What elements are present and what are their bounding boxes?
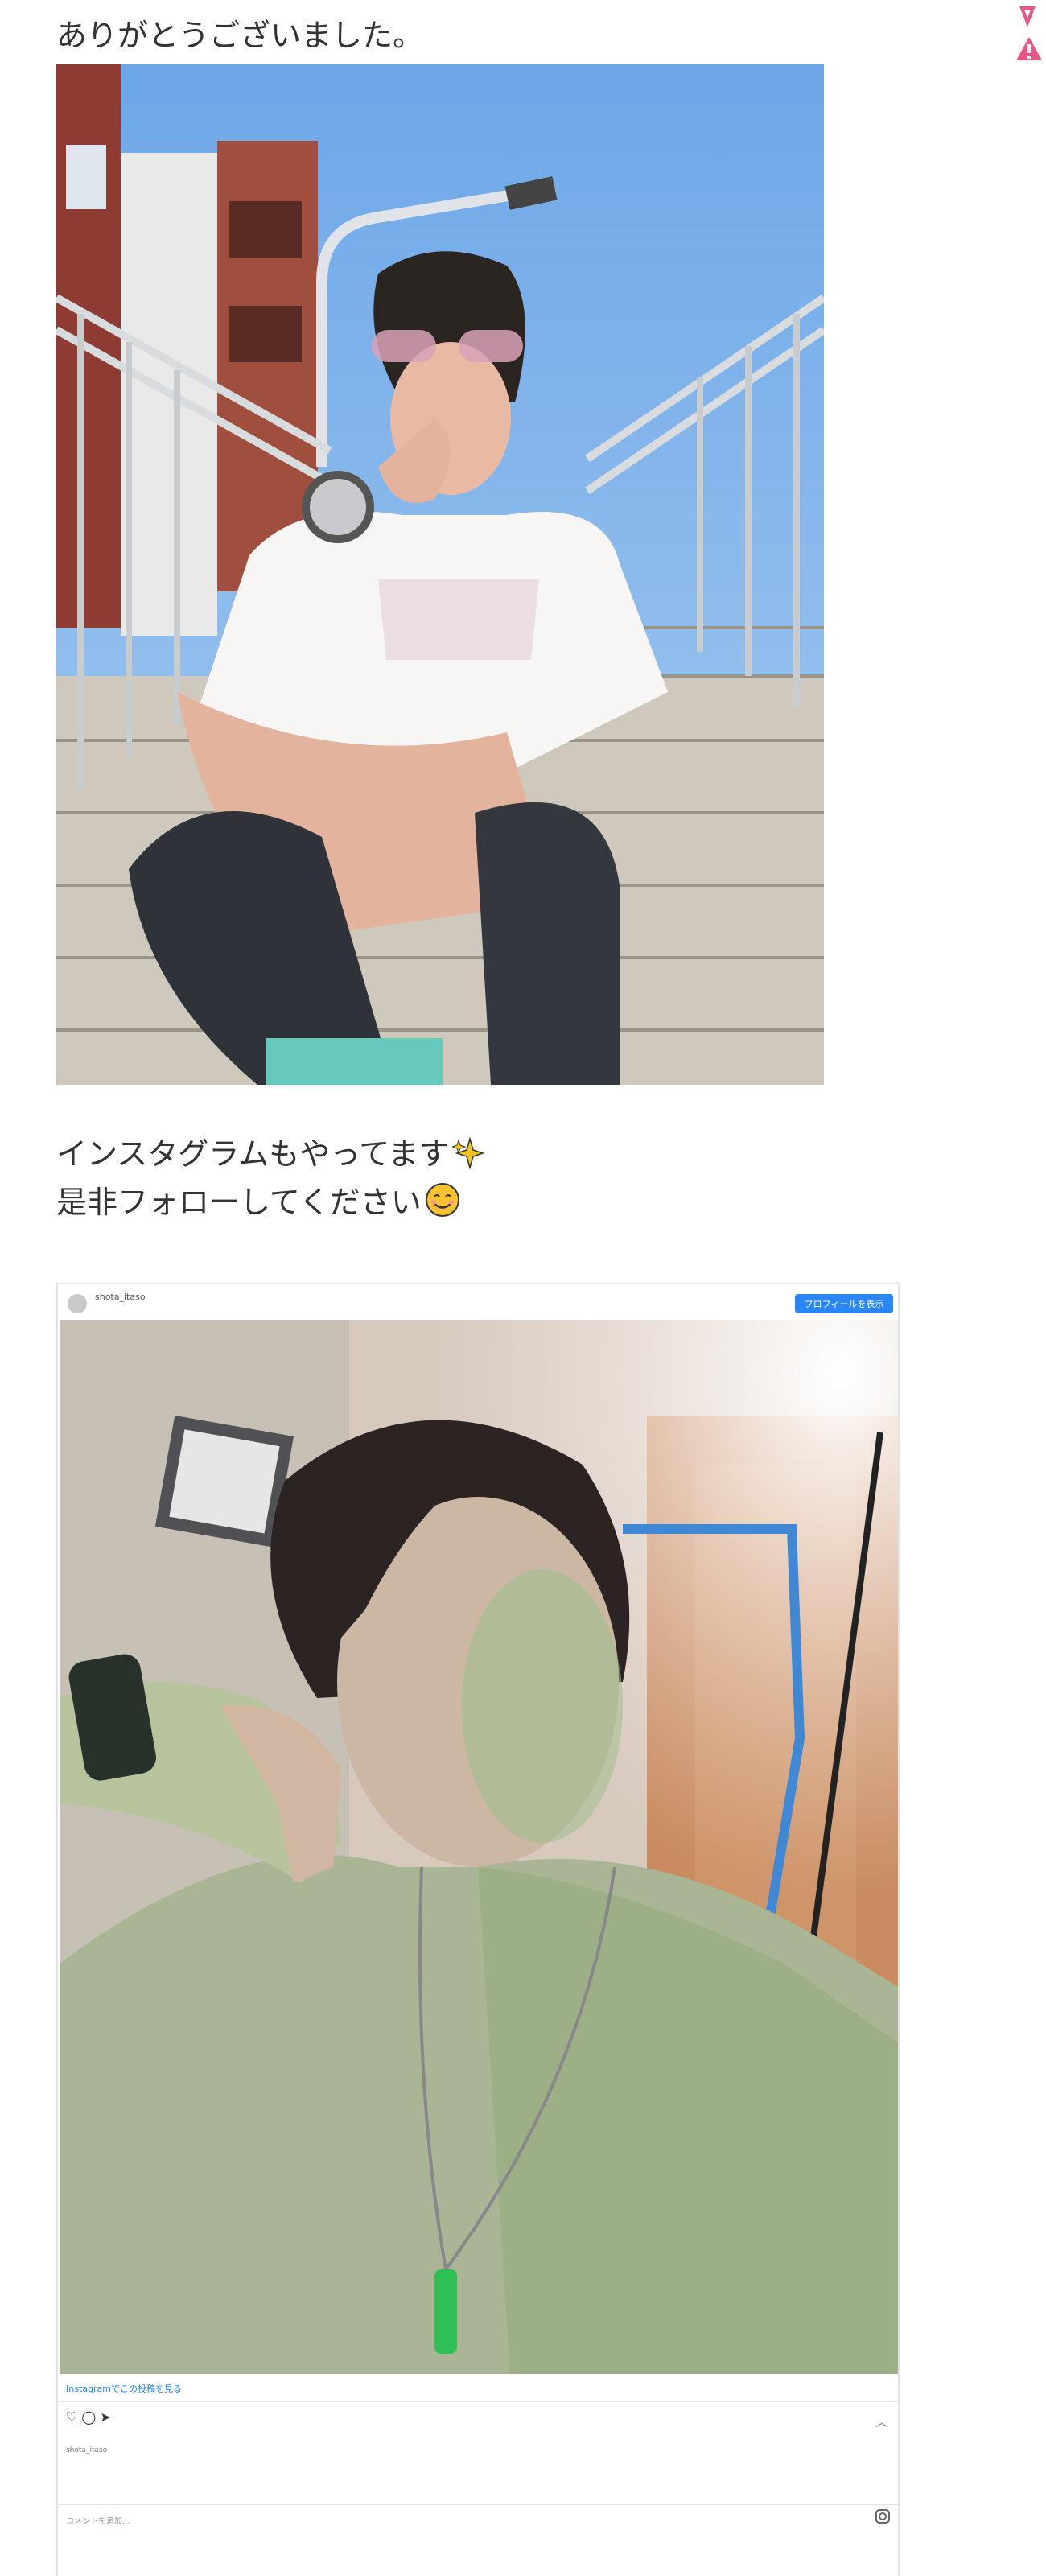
pink-ribbon-icon[interactable] <box>1015 3 1040 27</box>
view-on-instagram-link[interactable]: Instagramでこの投稿を見る <box>66 2382 182 2395</box>
divider <box>58 2401 898 2402</box>
instagram-username[interactable]: shota_itaso <box>95 1292 146 1302</box>
avatar[interactable] <box>68 1294 87 1313</box>
blog-text-thanks: ありがとうございました。 <box>56 18 424 53</box>
instagram-caption-user[interactable]: shota_itaso <box>66 2446 107 2454</box>
chevron-up-icon[interactable]: ︿ <box>875 2411 888 2430</box>
instagram-text-2: 是非フォローしてください <box>56 1185 422 1220</box>
instagram-logo-icon[interactable] <box>875 2509 890 2524</box>
divider <box>58 2504 898 2505</box>
instagram-embed-header: shota_itaso プロフィールを表示 <box>58 1284 898 1320</box>
blog-photo-stairs[interactable] <box>56 64 824 1085</box>
comment-input[interactable]: コメントを追加... <box>66 2514 130 2526</box>
instagram-post-photo[interactable] <box>60 1320 898 2374</box>
instagram-embed[interactable]: shota_itaso プロフィールを表示 Instagramでこの投稿を見る … <box>56 1283 900 2576</box>
blog-text-follow: 是非フォローしてください <box>56 1178 460 1226</box>
warning-triangle-icon[interactable] <box>1015 35 1043 63</box>
blog-text-instagram: インスタグラムもやってます <box>56 1130 485 1178</box>
selfie-photo-illustration <box>60 1320 898 2374</box>
sparkles-emoji <box>452 1137 485 1169</box>
smiling-face-emoji <box>425 1183 459 1217</box>
instagram-text-1: インスタグラムもやってます <box>56 1136 450 1172</box>
instagram-like-icons[interactable]: ♡ ◯ ➤ <box>66 2409 111 2425</box>
stairs-photo-illustration <box>56 64 824 1085</box>
view-profile-button[interactable]: プロフィールを表示 <box>795 1294 893 1313</box>
